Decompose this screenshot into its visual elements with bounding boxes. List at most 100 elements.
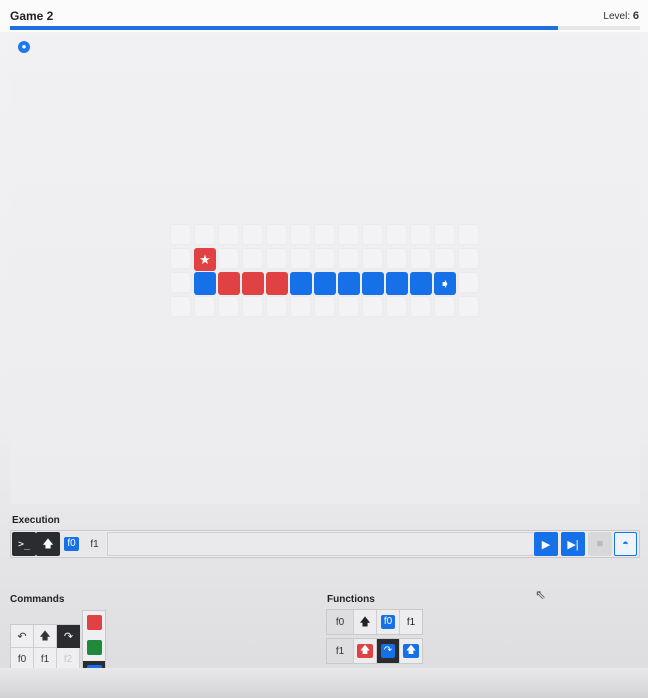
grid-cell	[290, 296, 311, 317]
red-tile: ★	[194, 248, 216, 271]
red-color-swatch[interactable]	[87, 615, 102, 630]
grid-cell	[218, 224, 239, 245]
grid-cell	[458, 272, 479, 293]
grid-cell	[386, 224, 407, 245]
grid-cell	[218, 248, 239, 269]
grid-cell	[338, 224, 359, 245]
player-ship-icon: ➧	[439, 276, 451, 291]
blue-tile	[338, 272, 360, 295]
grid-cell	[242, 224, 263, 245]
top-bar: Game 2 Level: 6	[0, 0, 648, 32]
play-button[interactable]: ▶	[534, 532, 558, 556]
stop-icon: ■	[596, 538, 604, 550]
blue-tile	[386, 272, 408, 295]
game-grid: ★ ➧	[170, 224, 482, 324]
level-progress-fill	[10, 26, 559, 30]
game-title: Game 2	[10, 9, 54, 23]
grid-cell	[266, 296, 287, 317]
red-tile	[218, 272, 240, 295]
exec-f1-call[interactable]: f1	[83, 532, 106, 556]
level-progress-bar	[10, 26, 640, 30]
grid-cell	[314, 224, 335, 245]
level-label: Level:	[603, 11, 631, 22]
f0-slot-call-f1[interactable]: f1	[399, 610, 422, 634]
grid-cell	[290, 248, 311, 269]
blue-tile	[410, 272, 432, 295]
grid-cell	[266, 224, 287, 245]
functions-label: Functions	[327, 594, 375, 605]
grid-cell	[194, 296, 215, 317]
blue-tile	[194, 272, 216, 295]
grid-cell	[170, 296, 191, 317]
commands-label: Commands	[10, 594, 65, 605]
blue-tile	[290, 272, 312, 295]
stop-button[interactable]: ■	[588, 532, 612, 556]
grid-cell	[362, 296, 383, 317]
grid-cell	[362, 224, 383, 245]
console-icon[interactable]: >_	[12, 532, 36, 556]
f0-chip: f0	[380, 615, 396, 629]
mouse-cursor-icon: ⇖	[535, 587, 546, 602]
function-f0-name: f0	[327, 610, 353, 634]
step-icon: ▶|	[567, 538, 579, 551]
f1-slot-red-forward[interactable]: 🡅	[353, 639, 376, 663]
turn-right-icon: ↷	[380, 644, 396, 658]
commands-palette: ↶ 🡅 ↷ f0 f1 f2	[10, 624, 80, 672]
grid-cell	[434, 296, 455, 317]
grid-cell	[314, 248, 335, 269]
grid-cell	[290, 224, 311, 245]
arrow-up-icon[interactable]: 🡅	[34, 625, 57, 648]
palette-icon[interactable]: ●	[18, 41, 30, 53]
grid-cell	[242, 296, 263, 317]
speed-button[interactable]: ◓	[614, 532, 637, 556]
arrow-up-icon[interactable]: 🡅	[353, 610, 376, 634]
grid-cell	[194, 224, 215, 245]
grid-cell	[338, 296, 359, 317]
speed-icon: ◓	[622, 538, 629, 550]
grid-cell	[410, 248, 431, 269]
blue-tile: ➧	[434, 272, 456, 295]
turn-right-icon[interactable]: ↷	[57, 625, 80, 648]
grid-cell	[386, 296, 407, 317]
level-value: 6	[632, 10, 639, 22]
grid-cell	[458, 248, 479, 269]
f1-slot-blue-forward[interactable]: 🡅	[399, 639, 422, 663]
grid-cell	[410, 296, 431, 317]
function-f0-row: f0 🡅 f0 f1	[326, 609, 423, 635]
green-color-swatch[interactable]	[87, 640, 102, 655]
grid-cell	[386, 248, 407, 269]
grid-cell	[170, 248, 191, 269]
grid-cell	[218, 296, 239, 317]
turn-left-icon[interactable]: ↶	[11, 625, 34, 648]
execution-bar: >_ 🡅 f0 f1 ▶ ▶| ■ ◓	[10, 530, 640, 558]
grid-cell	[434, 224, 455, 245]
grid-cell	[458, 224, 479, 245]
exec-f0-chip: f0	[64, 537, 79, 551]
f0-slot-call-f0[interactable]: f0	[376, 610, 399, 634]
grid-cell	[458, 296, 479, 317]
grid-cell	[410, 224, 431, 245]
red-tile	[242, 272, 264, 295]
grid-cell	[338, 248, 359, 269]
grid-cell	[266, 248, 287, 269]
execution-label: Execution	[12, 515, 60, 526]
bottom-strip	[0, 668, 648, 698]
play-icon: ▶	[541, 538, 551, 551]
game-board-area: ● ★ ➧	[10, 34, 640, 504]
grid-cell	[314, 296, 335, 317]
grid-cell	[170, 272, 191, 293]
arrow-up-icon: 🡅	[402, 644, 420, 658]
level-indicator: Level: 6	[603, 10, 639, 22]
function-f1-row: f1 🡅 ↷ 🡅	[326, 638, 423, 664]
exec-f0-call[interactable]: f0	[60, 532, 83, 556]
arrow-up-icon[interactable]: 🡅	[36, 532, 60, 556]
grid-cell	[434, 248, 455, 269]
star-icon: ★	[199, 252, 211, 267]
function-f1-name: f1	[327, 639, 353, 663]
f1-slot-blue-turn-right[interactable]: ↷	[376, 639, 399, 663]
grid-cell	[362, 248, 383, 269]
blue-tile	[362, 272, 384, 295]
blue-tile	[314, 272, 336, 295]
step-button[interactable]: ▶|	[561, 532, 585, 556]
execution-track	[107, 532, 535, 556]
